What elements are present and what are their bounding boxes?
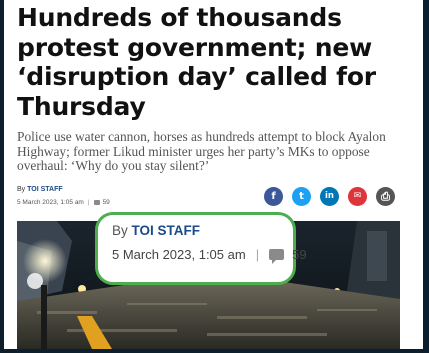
article-headline: Hundreds of thousands protest government… — [17, 3, 376, 121]
byline-prefix-zoomed: By — [112, 223, 128, 238]
meta-separator: | — [87, 199, 90, 206]
facebook-share-icon[interactable]: f — [264, 187, 283, 206]
comment-icon-zoomed[interactable] — [269, 249, 285, 264]
byline-zoomed: By TOI STAFF — [112, 223, 200, 238]
email-share-icon[interactable]: ✉ — [348, 187, 367, 206]
comment-icon[interactable] — [93, 199, 100, 205]
article-subheadline: Police use water cannon, horses as hundr… — [17, 129, 386, 173]
article-frame: Hundreds of thousands protest government… — [4, 0, 423, 349]
byline-prefix: By — [17, 186, 26, 193]
meta-separator-zoomed: | — [255, 247, 260, 262]
linkedin-share-icon[interactable]: in — [320, 187, 339, 206]
comment-count[interactable]: 59 — [103, 199, 110, 206]
byline: By TOI STAFF — [17, 185, 63, 195]
publish-date-zoomed: 5 March 2023, 1:05 am — [112, 247, 246, 262]
publish-date: 5 March 2023, 1:05 am — [17, 199, 84, 206]
article-meta: 5 March 2023, 1:05 am | 59 — [17, 198, 110, 208]
print-icon[interactable]: ⎙ — [376, 187, 395, 206]
author-link-zoomed[interactable]: TOI STAFF — [132, 223, 201, 238]
byline-highlight: By TOI STAFF 5 March 2023, 1:05 am | 59 — [95, 212, 307, 285]
twitter-share-icon[interactable]: t — [292, 187, 311, 206]
comment-count-zoomed[interactable]: 59 — [292, 247, 306, 262]
article-meta-zoomed: 5 March 2023, 1:05 am | 59 — [112, 247, 307, 264]
author-link[interactable]: TOI STAFF — [27, 186, 63, 193]
